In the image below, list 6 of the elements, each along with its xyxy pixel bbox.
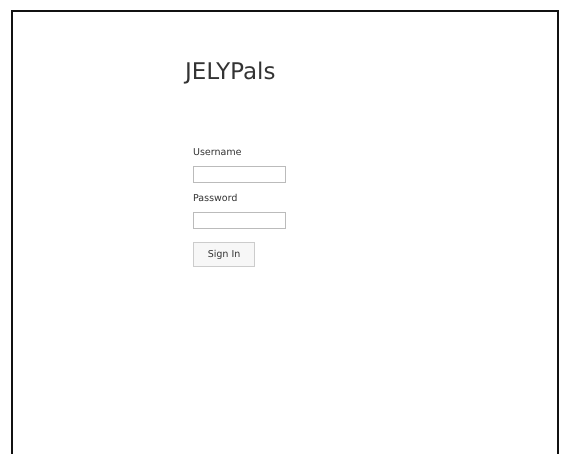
username-field[interactable] xyxy=(193,166,286,183)
site-title: JELYPals xyxy=(185,58,276,87)
password-field[interactable] xyxy=(193,212,286,229)
field-label: Password xyxy=(193,193,238,205)
sign-in-button[interactable]: Sign In xyxy=(193,242,255,267)
field-label: Username xyxy=(193,147,242,159)
